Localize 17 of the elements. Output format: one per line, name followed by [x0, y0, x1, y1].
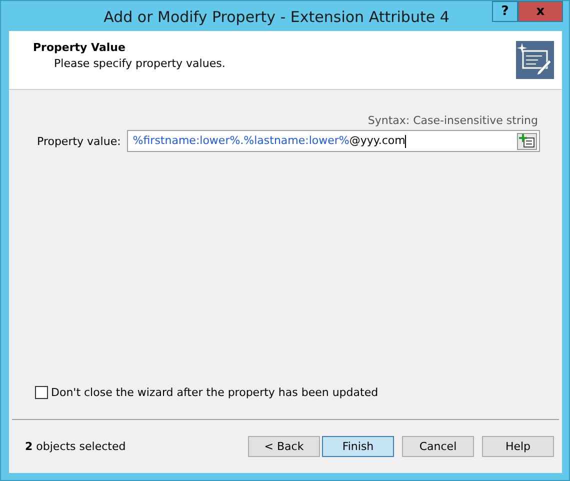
- insert-variable-button[interactable]: [517, 132, 537, 150]
- syntax-hint: Syntax: Case-insensitive string: [368, 114, 538, 127]
- field-label: Property value:: [37, 134, 121, 148]
- page-subtitle: Please specify property values.: [53, 57, 226, 70]
- close-button[interactable]: x: [518, 1, 563, 22]
- help-button[interactable]: ?: [492, 1, 518, 22]
- checkbox-label: Don't close the wizard after the property has been updated: [51, 386, 378, 399]
- dialog-button[interactable]: Help: [482, 436, 554, 457]
- dialog-button[interactable]: Finish: [322, 436, 394, 457]
- dialog-button[interactable]: < Back: [248, 436, 320, 457]
- dialog-button[interactable]: Cancel: [402, 436, 474, 457]
- checkbox[interactable]: [35, 386, 48, 399]
- window-title: Add or Modify Property - Extension Attribute 4: [102, 7, 450, 28]
- property-value-field[interactable]: %firstname:lower%.%lastname:lower%@yyy.com: [126, 130, 540, 152]
- selection-count: 2 objects selected: [25, 440, 126, 453]
- form-edit-icon: [516, 41, 554, 79]
- page-title: Property Value: [33, 41, 126, 54]
